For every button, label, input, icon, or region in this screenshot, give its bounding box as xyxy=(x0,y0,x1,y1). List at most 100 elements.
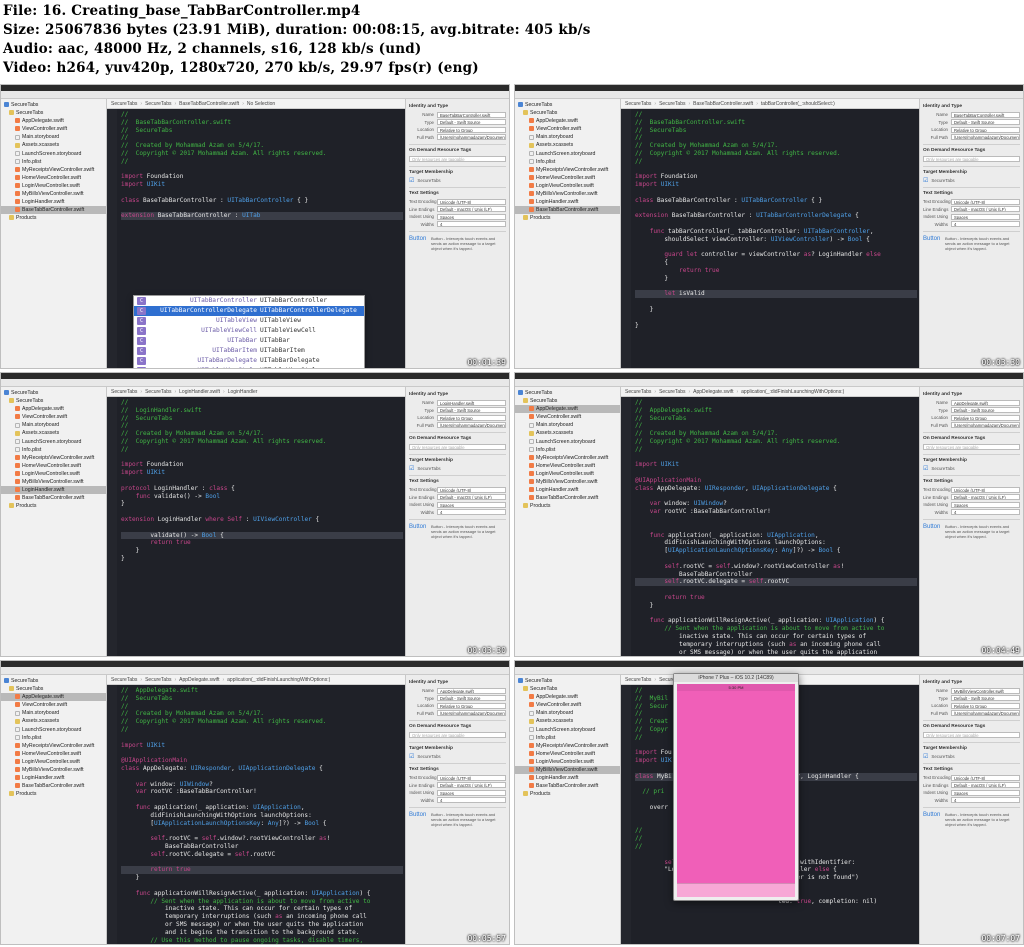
navigator-item[interactable]: ViewController.swift xyxy=(1,413,106,421)
navigator-item[interactable]: ViewController.swift xyxy=(515,125,620,133)
navigator-item[interactable]: Products xyxy=(1,214,106,222)
target-checkbox[interactable]: ☑ SecureTabs xyxy=(409,753,506,761)
navigator-item[interactable]: LoginHandler.swift xyxy=(1,774,106,782)
navigator-item[interactable]: AppDelegate.swift xyxy=(1,117,106,125)
checkbox-icon[interactable]: ☑ xyxy=(923,465,928,472)
breadcrumb-item[interactable]: tabBarController(_:shouldSelect:) xyxy=(761,101,835,107)
indent-using-select-value[interactable]: Spaces xyxy=(951,501,1020,508)
completion-item[interactable]: C UITableView UITableView xyxy=(134,316,364,326)
breadcrumb-item[interactable]: SecureTabs xyxy=(659,389,685,395)
fullpath-field-value[interactable]: /Users/mohammadazam/Documents/Projects/S… xyxy=(951,422,1020,429)
object-library-button-item[interactable]: Button Button - Intercepts touch events a… xyxy=(923,236,1020,251)
text-encoding-select-value[interactable]: Unicode (UTF-8) xyxy=(951,198,1020,205)
fullpath-field-value[interactable]: /Users/mohammadazam/Documents/Projects/S… xyxy=(951,134,1020,141)
navigator-item[interactable]: SecureTabs xyxy=(1,389,106,397)
odr-tags-value[interactable]: Only resources are taggable xyxy=(923,731,1020,738)
navigator-item[interactable]: Assets.xcassets xyxy=(515,429,620,437)
name-field-value[interactable]: AppDelegate.swift xyxy=(951,399,1020,406)
text-encoding-select-value[interactable]: Unicode (UTF-8) xyxy=(437,486,506,493)
text-encoding-select-value[interactable]: Unicode (UTF-8) xyxy=(951,486,1020,493)
breadcrumb-item[interactable]: LoginHandler.swift xyxy=(179,389,220,395)
widths-stepper[interactable]: Widths 4 xyxy=(923,221,1020,229)
navigator-item[interactable]: AppDelegate.swift xyxy=(1,405,106,413)
breadcrumb-item[interactable]: BaseTabBarController.swift xyxy=(179,101,239,107)
navigator-item[interactable]: BaseTabBarController.swift xyxy=(1,782,106,790)
location-field[interactable]: Location Relative to Group xyxy=(409,702,506,710)
jump-bar[interactable]: SecureTabs › SecureTabs › BaseTabBarControll… xyxy=(621,99,919,109)
completion-item[interactable]: C UITabBarControllerDelegate UITabBarCont… xyxy=(134,306,364,316)
type-field-value[interactable]: Default - Swift Source xyxy=(437,695,506,702)
breadcrumb-item[interactable]: SecureTabs xyxy=(659,101,685,107)
navigator-item[interactable]: LaunchScreen.storyboard xyxy=(1,150,106,158)
location-field-value[interactable]: Relative to Group xyxy=(951,702,1020,709)
navigator-item[interactable]: LoginHandler.swift xyxy=(1,198,106,206)
checkbox-icon[interactable]: ☑ xyxy=(409,465,414,472)
name-field[interactable]: Name BaseTabBarController.swift xyxy=(409,111,506,119)
location-field[interactable]: Location Relative to Group xyxy=(409,126,506,134)
navigator-item[interactable]: LaunchScreen.storyboard xyxy=(1,726,106,734)
navigator-item[interactable]: LaunchScreen.storyboard xyxy=(515,438,620,446)
navigator-item[interactable]: AppDelegate.swift xyxy=(1,693,106,702)
text-encoding-select[interactable]: Text Encoding Unicode (UTF-8) xyxy=(409,198,506,206)
odr-tags-field[interactable]: Only resources are taggable xyxy=(409,443,506,451)
line-endings-select[interactable]: Line Endings Default - macOS / Unix (LF) xyxy=(923,494,1020,502)
odr-tags-value[interactable]: Only resources are taggable xyxy=(409,155,506,162)
object-library-button-item[interactable]: Button Button - Intercepts touch events a… xyxy=(409,236,506,251)
navigator-item[interactable]: SecureTabs xyxy=(515,101,620,109)
location-field-value[interactable]: Relative to Group xyxy=(951,414,1020,421)
navigator-item[interactable]: MyBillsViewController.swift xyxy=(1,478,106,486)
navigator-item[interactable]: LoginHandler.swift xyxy=(515,774,620,782)
indent-using-select[interactable]: Indent Using Spaces xyxy=(923,789,1020,797)
text-encoding-select-value[interactable]: Unicode (UTF-8) xyxy=(437,198,506,205)
fullpath-field[interactable]: Full Path/Users/mohammadazam/Documents/P… xyxy=(409,422,506,430)
breadcrumb-item[interactable]: SecureTabs xyxy=(145,677,171,683)
navigator-item[interactable]: ViewController.swift xyxy=(1,701,106,709)
navigator-item[interactable]: SecureTabs xyxy=(1,101,106,109)
navigator-item[interactable]: HomeViewController.swift xyxy=(1,750,106,758)
indent-using-select[interactable]: Indent Using Spaces xyxy=(923,213,1020,221)
location-field-value[interactable]: Relative to Group xyxy=(437,702,506,709)
line-endings-select-value[interactable]: Default - macOS / Unix (LF) xyxy=(951,782,1020,789)
navigator-item[interactable]: Info.plist xyxy=(1,158,106,166)
navigator-item[interactable]: Info.plist xyxy=(515,446,620,454)
text-encoding-select[interactable]: Text Encoding Unicode (UTF-8) xyxy=(923,198,1020,206)
name-field-value[interactable]: MyBillsViewController.swift xyxy=(951,687,1020,694)
navigator-item[interactable]: MyBillsViewController.swift xyxy=(1,190,106,198)
navigator-item[interactable]: LoginViewController.swift xyxy=(515,470,620,478)
navigator-item[interactable]: SecureTabs xyxy=(515,685,620,693)
location-field[interactable]: Location Relative to Group xyxy=(923,126,1020,134)
checkbox-icon[interactable]: ☑ xyxy=(409,753,414,760)
odr-tags-field[interactable]: Only resources are taggable xyxy=(923,443,1020,451)
text-encoding-select-value[interactable]: Unicode (UTF-8) xyxy=(951,774,1020,781)
indent-using-select-value[interactable]: Spaces xyxy=(437,501,506,508)
line-endings-select-value[interactable]: Default - macOS / Unix (LF) xyxy=(437,206,506,213)
breadcrumb-item[interactable]: SecureTabs xyxy=(625,101,651,107)
indent-using-select[interactable]: Indent Using Spaces xyxy=(409,789,506,797)
navigator-item[interactable]: MyReceiptsViewController.swift xyxy=(515,454,620,462)
source-editor[interactable]: //// AppDelegate.swift// SecureTabs//// … xyxy=(621,397,919,656)
navigator-item[interactable]: MyBillsViewController.swift xyxy=(515,478,620,486)
name-field[interactable]: Name AppDelegate.swift xyxy=(409,687,506,695)
breadcrumb-item[interactable]: LoginHandler xyxy=(228,389,258,395)
indent-using-select-value[interactable]: Spaces xyxy=(437,213,506,220)
widths-stepper-value[interactable]: 4 xyxy=(951,221,1020,228)
navigator-item[interactable]: ViewController.swift xyxy=(1,125,106,133)
navigator-item[interactable]: BaseTabBarController.swift xyxy=(515,206,620,215)
name-field-value[interactable]: BaseTabBarController.swift xyxy=(437,111,506,118)
completion-item[interactable]: C UITabBarController UITabBarController xyxy=(134,296,364,306)
type-field[interactable]: Type Default - Swift Source xyxy=(409,119,506,127)
breadcrumb-item[interactable]: SecureTabs xyxy=(111,677,137,683)
navigator-item[interactable]: LoginHandler.swift xyxy=(515,486,620,494)
checkbox-icon[interactable]: ☑ xyxy=(923,177,928,184)
code-completion-popup[interactable]: C UITabBarController UITabBarController C U… xyxy=(133,295,365,368)
navigator-item[interactable]: Assets.xcassets xyxy=(515,141,620,149)
checkbox-icon[interactable]: ☑ xyxy=(923,753,928,760)
text-encoding-select[interactable]: Text Encoding Unicode (UTF-8) xyxy=(409,774,506,782)
navigator-item[interactable]: Main.storyboard xyxy=(1,709,106,717)
jump-bar[interactable]: SecureTabs › SecureTabs › AppDelegate.swift ›… xyxy=(107,675,405,685)
navigator-item[interactable]: MyBillsViewController.swift xyxy=(1,766,106,774)
breadcrumb-item[interactable]: No Selection xyxy=(247,101,275,107)
completion-item[interactable]: C UITabBar UITabBar xyxy=(134,336,364,346)
navigator-item[interactable]: SecureTabs xyxy=(515,389,620,397)
text-encoding-select[interactable]: Text Encoding Unicode (UTF-8) xyxy=(923,774,1020,782)
